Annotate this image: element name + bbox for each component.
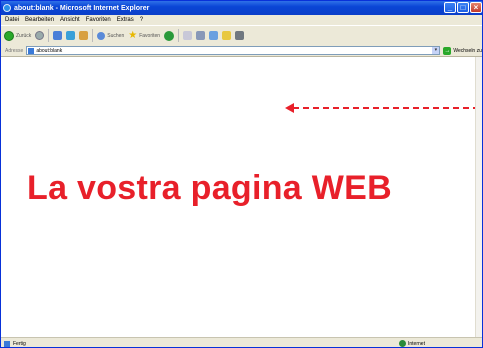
minimize-button[interactable]: _ xyxy=(444,2,456,13)
star-icon: ★ xyxy=(128,29,138,41)
menu-edit[interactable]: Bearbeiten xyxy=(25,17,54,23)
back-label: Zurück xyxy=(16,32,32,39)
zone-label: Internet xyxy=(408,340,425,347)
home-icon[interactable] xyxy=(79,31,89,40)
toolbar-separator xyxy=(92,29,94,42)
address-value: about:blank xyxy=(36,47,63,54)
menu-file[interactable]: Datei xyxy=(5,17,19,23)
toolbar-separator xyxy=(48,29,50,42)
address-label: Adresse xyxy=(5,47,24,54)
browser-window: about:blank - Microsoft Internet Explore… xyxy=(0,0,483,348)
window-controls: _ □ × xyxy=(444,2,482,13)
globe-icon xyxy=(399,340,406,347)
page-headline: La vostra pagina WEB xyxy=(27,169,392,207)
title-bar[interactable]: about:blank - Microsoft Internet Explore… xyxy=(1,1,482,15)
dashed-arrow-line xyxy=(293,107,479,109)
print-icon[interactable] xyxy=(196,31,206,40)
menu-view[interactable]: Ansicht xyxy=(60,17,80,23)
favorites-button[interactable]: ★ Favoriten xyxy=(128,29,161,41)
standard-toolbar: Zurück Suchen ★ Favoriten xyxy=(1,25,482,45)
menu-help[interactable]: ? xyxy=(140,17,143,23)
page-content: La vostra pagina WEB xyxy=(1,57,479,337)
chevron-down-icon[interactable]: ▾ xyxy=(432,47,440,54)
stop-icon[interactable] xyxy=(53,31,63,40)
address-input[interactable]: about:blank ▾ xyxy=(26,46,441,55)
security-zone: Internet xyxy=(399,339,425,347)
close-button[interactable]: × xyxy=(470,2,482,13)
maximize-button[interactable]: □ xyxy=(457,2,469,13)
back-arrow-icon xyxy=(4,30,14,41)
search-icon xyxy=(97,31,106,40)
refresh-icon[interactable] xyxy=(66,31,76,40)
favorites-label: Favoriten xyxy=(139,32,161,39)
vertical-scrollbar[interactable] xyxy=(475,57,482,337)
edit-icon[interactable] xyxy=(209,31,219,40)
status-text: Fertig xyxy=(13,340,26,347)
history-icon[interactable] xyxy=(164,30,175,41)
arrow-left-icon xyxy=(285,103,294,113)
go-arrow-icon: → xyxy=(443,46,452,55)
ie-icon xyxy=(3,4,11,12)
go-label: Wechseln zu xyxy=(453,47,482,54)
menu-favorites[interactable]: Favoriten xyxy=(86,17,111,23)
mail-icon[interactable] xyxy=(183,31,193,40)
page-icon xyxy=(28,47,35,54)
back-button[interactable]: Zurück xyxy=(4,30,32,41)
forward-arrow-icon[interactable] xyxy=(35,31,45,40)
search-button[interactable]: Suchen xyxy=(97,31,125,40)
toolbar-separator xyxy=(178,29,180,42)
address-bar: Adresse about:blank ▾ → Wechseln zu xyxy=(1,45,482,57)
go-button[interactable]: → Wechseln zu xyxy=(443,46,482,55)
search-label: Suchen xyxy=(107,32,125,39)
folder-icon[interactable] xyxy=(222,31,232,40)
menu-tools[interactable]: Extras xyxy=(117,17,134,23)
status-bar: Fertig Internet xyxy=(1,337,482,347)
page-status-icon xyxy=(4,340,10,347)
menu-bar: Datei Bearbeiten Ansicht Favoriten Extra… xyxy=(1,15,482,25)
messenger-icon[interactable] xyxy=(235,31,245,40)
window-title: about:blank - Microsoft Internet Explore… xyxy=(14,4,150,12)
